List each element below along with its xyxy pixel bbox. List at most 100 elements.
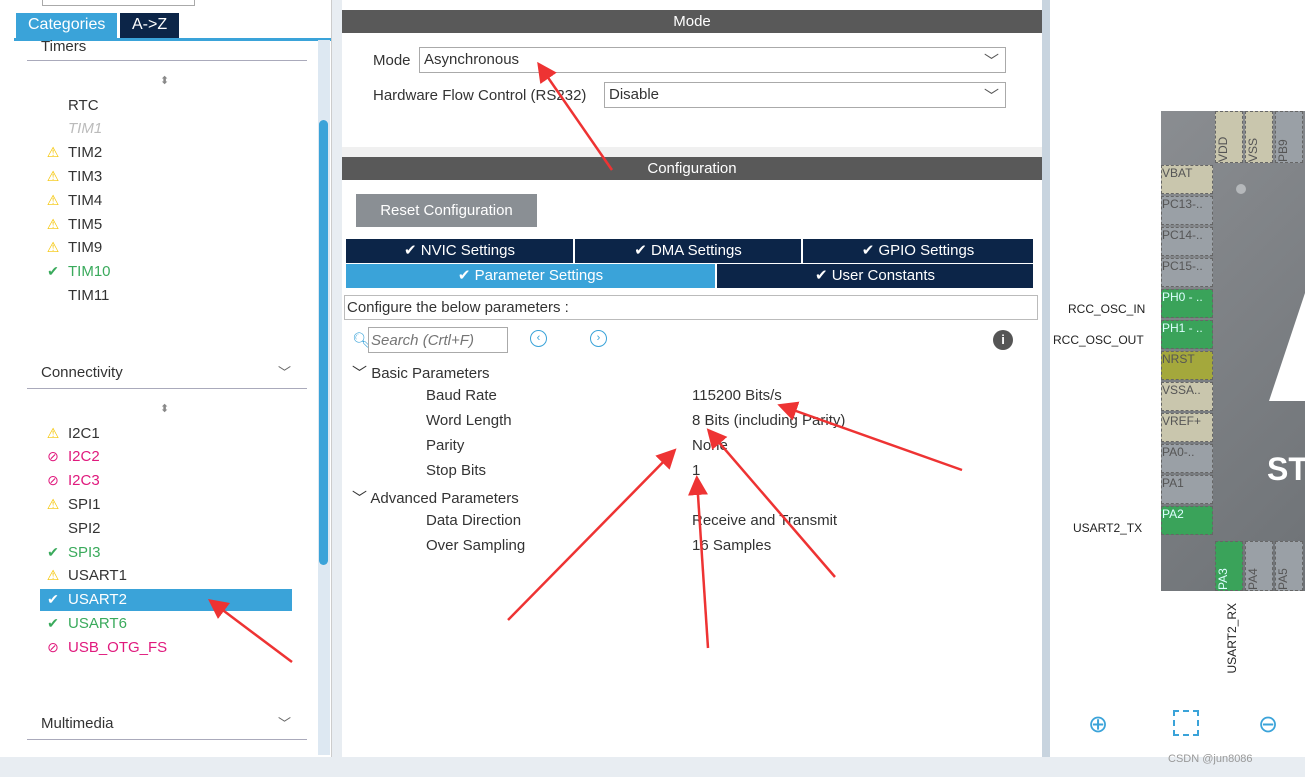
item-label: TIM11 (68, 286, 110, 304)
advanced-parameters-group[interactable]: ﹀ Advanced Parameters (352, 487, 519, 508)
zoom-in-icon[interactable]: ⊕ (1088, 710, 1108, 739)
sidebar-item-tim11[interactable]: TIM11 (44, 284, 109, 306)
check-circle-icon: ✔ (861, 242, 879, 259)
search-box[interactable] (42, 0, 195, 6)
tab-gpio-settings[interactable]: ✔ GPIO Settings (803, 239, 1035, 263)
sidebar-item-i2c1[interactable]: ⚠ I2C1 (44, 422, 100, 444)
pin-vss[interactable]: VSS (1245, 111, 1273, 163)
zoom-out-icon[interactable]: ⊖ (1258, 710, 1278, 739)
item-label: I2C1 (68, 424, 100, 442)
param-value[interactable]: 16 Samples (692, 537, 771, 554)
sidebar-item-usart1[interactable]: ⚠ USART1 (44, 565, 127, 587)
item-label: SPI1 (68, 495, 101, 513)
pin-pb9[interactable]: PB9 (1275, 111, 1303, 163)
sidebar-item-usart2[interactable]: ✔ USART2 (40, 588, 292, 611)
sidebar-item-i2c3[interactable]: ⊘ I2C3 (44, 470, 100, 492)
param-value[interactable]: 1 (692, 462, 700, 479)
sidebar-item-tim10[interactable]: ✔ TIM10 (44, 261, 111, 283)
pin-nrst[interactable]: NRST (1161, 351, 1213, 380)
pin-pa2[interactable]: PA2 (1161, 506, 1213, 535)
pin-vbat[interactable]: VBAT (1161, 165, 1213, 194)
check-circle-icon: ✔ (404, 242, 421, 259)
check-icon: ✔ (47, 263, 59, 280)
pin-pc14[interactable]: PC14-.. (1161, 227, 1213, 256)
multimedia-header[interactable]: Multimedia (41, 715, 114, 732)
timers-header[interactable]: Timers (41, 38, 86, 52)
pin-pa0[interactable]: PA0-.. (1161, 444, 1213, 473)
scrollbar-thumb[interactable] (319, 120, 328, 565)
tab-parameter-settings[interactable]: ✔ Parameter Settings (346, 264, 717, 288)
sidebar-item-spi2[interactable]: SPI2 (44, 517, 101, 539)
flow-control-label: Hardware Flow Control (RS232) (373, 87, 587, 104)
sidebar-item-tim1[interactable]: TIM1 (44, 118, 102, 140)
parameter-search-input[interactable] (368, 327, 508, 353)
pin-vref+[interactable]: VREF+ (1161, 413, 1213, 442)
config-panel: Mode Mode Asynchronous ﹀ Hardware Flow Co… (342, 0, 1042, 757)
tab-a-z[interactable]: A->Z (120, 13, 180, 38)
sidebar-item-usb_otg_fs[interactable]: ⊘ USB_OTG_FS (44, 636, 167, 658)
chevron-down-icon: ﹀ (352, 365, 368, 382)
pin-pa3[interactable]: PA3 (1215, 541, 1243, 591)
blocked-icon: ⊘ (47, 448, 59, 465)
sidebar-item-tim2[interactable]: ⚠ TIM2 (44, 142, 102, 164)
chevron-down-icon: ﹀ (352, 490, 368, 507)
pin-label: USART2_TX (1073, 521, 1143, 535)
tab-user-constants[interactable]: ✔ User Constants (717, 264, 1035, 288)
item-label: USART1 (68, 567, 127, 585)
item-label: I2C3 (68, 472, 100, 490)
item-label: TIM10 (68, 263, 111, 281)
chevron-down-icon[interactable]: ﹀ (278, 362, 291, 381)
fit-to-screen-icon[interactable] (1173, 710, 1199, 736)
sidebar-item-tim9[interactable]: ⚠ TIM9 (44, 237, 102, 259)
pin-vdd[interactable]: VDD (1215, 111, 1243, 163)
sidebar-item-i2c2[interactable]: ⊘ I2C2 (44, 446, 100, 468)
tab-dma-settings[interactable]: ✔ DMA Settings (575, 239, 803, 263)
pin-pc13[interactable]: PC13-.. (1161, 196, 1213, 225)
info-icon[interactable]: i (993, 330, 1013, 350)
param-value[interactable]: 8 Bits (including Parity) (692, 412, 845, 429)
previous-icon[interactable]: ‹ (530, 330, 547, 347)
check-circle-icon: ✔ (457, 267, 475, 284)
pin-pc15[interactable]: PC15-.. (1161, 258, 1213, 287)
pin-pa4[interactable]: PA4 (1245, 541, 1273, 591)
next-icon[interactable]: › (590, 330, 607, 347)
warning-icon: ⚠ (46, 191, 60, 208)
tab-categories[interactable]: Categories (16, 13, 118, 38)
sidebar-item-spi1[interactable]: ⚠ SPI1 (44, 493, 101, 515)
chevron-down-icon[interactable]: ﹀ (278, 713, 291, 732)
param-name: Parity (426, 437, 465, 454)
flow-control-select[interactable]: Disable ﹀ (604, 82, 1006, 108)
pin-pa5[interactable]: PA5 (1275, 541, 1303, 591)
item-label: USB_OTG_FS (68, 638, 168, 656)
item-label: TIM1 (68, 120, 103, 138)
sidebar-item-spi3[interactable]: ✔ SPI3 (44, 541, 100, 563)
basic-parameters-group[interactable]: ﹀ Basic Parameters (352, 362, 490, 383)
sort-icon[interactable]: ⬍ (160, 74, 169, 87)
param-value[interactable]: Receive and Transmit (692, 512, 837, 529)
pin-ph1[interactable]: PH1 - .. (1161, 320, 1213, 349)
param-value[interactable]: None (692, 437, 728, 454)
pin-label: USART2_RX (1225, 603, 1239, 674)
connectivity-header[interactable]: Connectivity (41, 364, 123, 381)
warning-icon: ⚠ (46, 239, 60, 256)
tab-nvic-settings[interactable]: ✔ NVIC Settings (346, 239, 575, 263)
sidebar-item-tim3[interactable]: ⚠ TIM3 (44, 165, 102, 187)
param-value[interactable]: 115200 Bits/s (692, 387, 782, 404)
pin-ph0[interactable]: PH0 - .. (1161, 289, 1213, 318)
item-label: TIM3 (68, 167, 103, 185)
pin-label: RCC_OSC_IN (1068, 302, 1146, 316)
watermark: CSDN @jun8086 (1168, 753, 1253, 765)
mode-select[interactable]: Asynchronous ﹀ (419, 47, 1006, 73)
pin-vssa..[interactable]: VSSA.. (1161, 382, 1213, 411)
sidebar-item-tim4[interactable]: ⚠ TIM4 (44, 189, 102, 211)
item-label: USART6 (68, 614, 127, 632)
item-label: USART2 (68, 591, 127, 609)
sidebar-item-tim5[interactable]: ⚠ TIM5 (44, 213, 102, 235)
sidebar-item-usart6[interactable]: ✔ USART6 (44, 612, 127, 634)
sidebar-item-rtc[interactable]: RTC (44, 94, 99, 116)
blocked-icon: ⊘ (47, 472, 59, 489)
reset-configuration-button[interactable]: Reset Configuration (356, 194, 537, 227)
sort-icon[interactable]: ⬍ (160, 402, 169, 415)
pin-pa1[interactable]: PA1 (1161, 475, 1213, 504)
param-name: Data Direction (426, 512, 522, 529)
